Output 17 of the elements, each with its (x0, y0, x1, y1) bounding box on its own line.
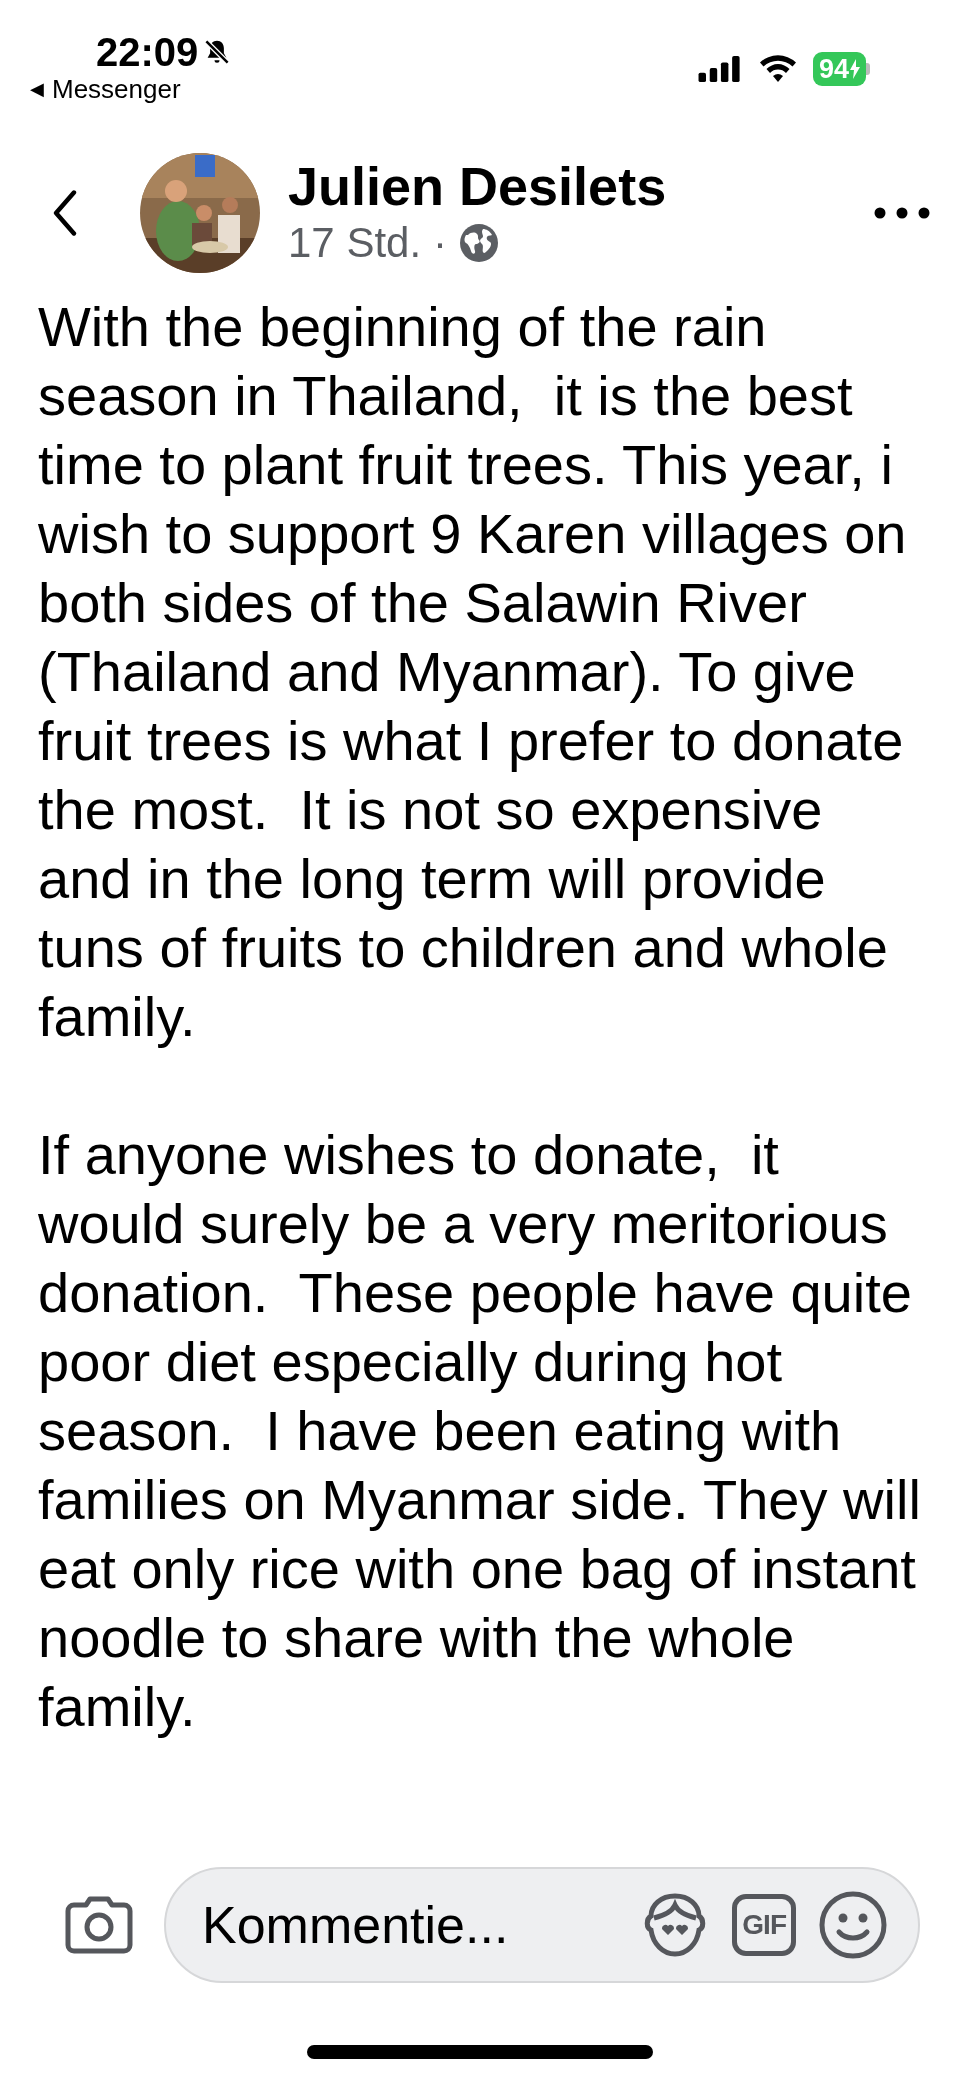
back-icon[interactable] (52, 190, 78, 236)
more-options-icon[interactable] (874, 207, 930, 219)
post-paragraph: With the beginning of the rain season in Thailand, it is the best time to plant fruit trees. This year, i wish to support 9 Karen villages on both sides of the Salawin River (Thailand and Myanmar). To give fruit trees is what I prefer to donate the most. It is not so expensive and in the long term will provide tuns of fruits to children and whole family. (38, 294, 908, 1050)
gif-button[interactable]: GIF (732, 1894, 796, 1956)
author-name[interactable]: Julien Desilets (288, 156, 874, 216)
signal-icon (696, 55, 743, 83)
emoji-icon[interactable] (818, 1890, 888, 1960)
clock-time: 22:09 (96, 30, 199, 74)
camera-icon[interactable] (64, 1895, 134, 1955)
comment-field[interactable]: Kommentie... GIF (164, 1867, 920, 1983)
globe-icon (459, 223, 500, 263)
post-paragraph: If anyone wishes to donate, it would surely be a very meritorious donation. These people have quite poor diet especially during hot season. I have been eating with families on Myanmar side. They will eat only rice with one bag of instant noodle to share with the whole family. (38, 1122, 922, 1740)
post-time: 17 Std. (288, 218, 422, 268)
separator-dot: · (433, 218, 448, 268)
back-arrow[interactable]: ◀ (30, 78, 44, 100)
battery-indicator: 94 (812, 52, 866, 86)
back-to-app-link[interactable]: Messenger (52, 74, 181, 104)
